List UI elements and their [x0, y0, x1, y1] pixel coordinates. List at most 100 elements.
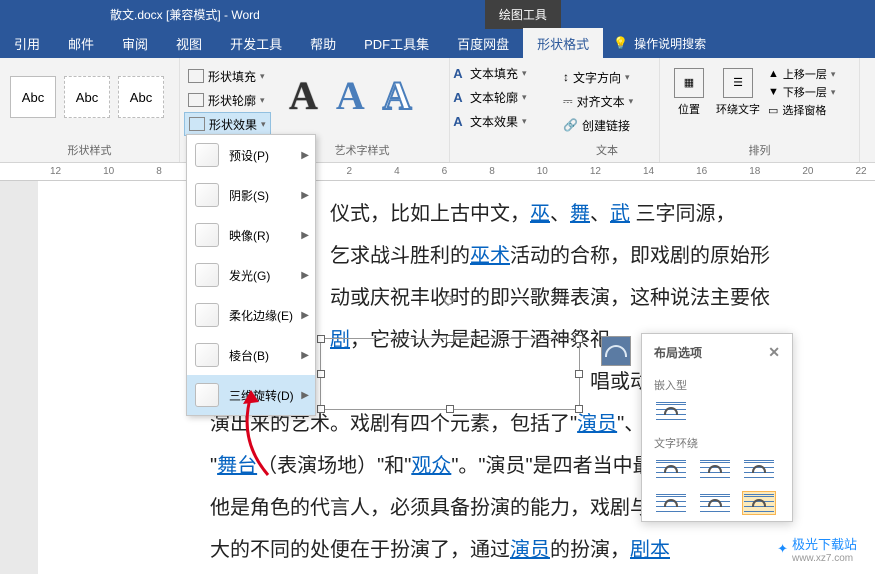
- wordart-preset-1[interactable]: A: [289, 72, 318, 119]
- horizontal-ruler[interactable]: 12 10 8 6 4 2 2 4 6 8 10 12 14 16 18 20 …: [0, 163, 875, 181]
- tab-references[interactable]: 引用: [0, 28, 54, 58]
- tab-view[interactable]: 视图: [162, 28, 216, 58]
- wordart-preset-3[interactable]: A: [383, 72, 412, 119]
- tab-pdf-tools[interactable]: PDF工具集: [350, 28, 443, 58]
- text-outline-button[interactable]: A文本轮廓▾: [450, 86, 555, 108]
- link-wu1[interactable]: 巫: [530, 203, 550, 225]
- resize-handle[interactable]: [446, 335, 454, 343]
- ruler-tick: 10: [103, 166, 114, 177]
- shape-style-preset-3[interactable]: Abc: [118, 76, 164, 118]
- wrap-inline[interactable]: [654, 399, 688, 423]
- shape-style-preset-2[interactable]: Abc: [64, 76, 110, 118]
- ruler-tick: 16: [696, 166, 707, 177]
- wrap-top-bottom[interactable]: [654, 491, 688, 515]
- wrap-front[interactable]: [742, 491, 776, 515]
- ruler-tick: 18: [749, 166, 760, 177]
- chevron-right-icon: ▶: [301, 390, 309, 401]
- resize-handle[interactable]: [575, 335, 583, 343]
- resize-handle[interactable]: [317, 370, 325, 378]
- selection-pane-button[interactable]: ▭选择窗格: [768, 102, 835, 118]
- effects-icon: [189, 117, 205, 131]
- resize-handle[interactable]: [317, 335, 325, 343]
- link-wu2[interactable]: 舞: [570, 203, 590, 225]
- ribbon: Abc Abc Abc 形状样式 形状填充▾ 形状轮廓▾ 形状效果▾ A A A…: [0, 58, 875, 163]
- wordart-preset-2[interactable]: A: [336, 72, 365, 119]
- tab-baidu[interactable]: 百度网盘: [443, 28, 523, 58]
- context-tab-drawing-tools: 绘图工具: [485, 0, 561, 29]
- document-title: 散文.docx [兼容模式] - Word: [110, 8, 260, 22]
- chevron-down-icon: ▾: [260, 71, 265, 82]
- menu-preset[interactable]: 预设(P)▶: [187, 135, 315, 175]
- menu-bevel[interactable]: 棱台(B)▶: [187, 335, 315, 375]
- wrap-square[interactable]: [654, 457, 688, 481]
- text-direction-button[interactable]: ↕文字方向▾: [563, 66, 651, 88]
- wrap-text-button[interactable]: ☰环绕文字: [710, 62, 766, 122]
- group-label-text: 文本: [563, 140, 651, 160]
- bring-forward-button[interactable]: ▲上移一层▾: [768, 66, 835, 82]
- resize-handle[interactable]: [575, 370, 583, 378]
- text-fill-button[interactable]: A文本填充▾: [450, 62, 555, 84]
- shape-effects-button[interactable]: 形状效果▾: [184, 112, 271, 136]
- wrap-through[interactable]: [742, 457, 776, 481]
- tab-help[interactable]: 帮助: [296, 28, 350, 58]
- resize-handle[interactable]: [575, 405, 583, 413]
- link-wu3[interactable]: 武: [610, 203, 630, 225]
- tab-mailings[interactable]: 邮件: [54, 28, 108, 58]
- resize-handle[interactable]: [446, 405, 454, 413]
- doc-text: "。"演员"是四者当中最重: [451, 455, 672, 477]
- text-effects-button[interactable]: A文本效果▾: [450, 110, 555, 132]
- layout-options-launcher-icon[interactable]: [601, 336, 631, 366]
- shape-fill-button[interactable]: 形状填充▾: [184, 64, 271, 88]
- position-button[interactable]: ▦位置: [668, 62, 710, 122]
- ruler-tick: 12: [590, 166, 601, 177]
- menu-reflection[interactable]: 映像(R)▶: [187, 215, 315, 255]
- wrap-behind[interactable]: [698, 491, 732, 515]
- link-actor2[interactable]: 演员: [510, 539, 550, 561]
- ruler-tick: 20: [802, 166, 813, 177]
- shape-style-preset-1[interactable]: Abc: [10, 76, 56, 118]
- group-label-shape-styles: 形状样式: [8, 140, 171, 160]
- group-shape-styles: Abc Abc Abc 形状样式: [0, 58, 180, 162]
- send-backward-button[interactable]: ▼下移一层▾: [768, 84, 835, 100]
- tab-developer[interactable]: 开发工具: [216, 28, 296, 58]
- group-text: ↕文字方向▾ ⎓对齐文本▾ 🔗创建链接 文本: [555, 58, 660, 162]
- tell-me[interactable]: 💡 操作说明搜索: [613, 35, 706, 52]
- menu-shadow[interactable]: 阴影(S)▶: [187, 175, 315, 215]
- direction-icon: ↕: [563, 70, 569, 84]
- link-wushu[interactable]: 巫术: [470, 245, 510, 267]
- ruler-tick: 14: [643, 166, 654, 177]
- tab-shape-format[interactable]: 形状格式: [523, 28, 603, 58]
- wrap-tight[interactable]: [698, 457, 732, 481]
- text-fill-icon: A: [450, 66, 466, 81]
- tab-review[interactable]: 审阅: [108, 28, 162, 58]
- shape-outline-button[interactable]: 形状轮廓▾: [184, 88, 271, 112]
- chevron-right-icon: ▶: [301, 150, 309, 161]
- menu-glow[interactable]: 发光(G)▶: [187, 255, 315, 295]
- watermark-brand: 极光下载站: [792, 537, 857, 552]
- ruler-tick: 8: [489, 166, 495, 177]
- ruler-tick: 4: [394, 166, 400, 177]
- ruler-tick: 12: [50, 166, 61, 177]
- chevron-down-icon: ▾: [260, 95, 265, 106]
- ribbon-tabs: 引用 邮件 审阅 视图 开发工具 帮助 PDF工具集 百度网盘 形状格式 💡 操…: [0, 28, 875, 58]
- ruler-tick: 6: [442, 166, 448, 177]
- glow-icon: [195, 263, 219, 287]
- close-icon[interactable]: ✕: [768, 344, 780, 361]
- doc-text: 仪式，比如上古中文，: [330, 203, 530, 225]
- menu-3d-rotation[interactable]: 三维旋转(D)▶: [187, 375, 315, 415]
- align-text-button[interactable]: ⎓对齐文本▾: [563, 90, 651, 112]
- link-actor1[interactable]: 演员: [577, 413, 617, 435]
- link-audience[interactable]: 观众: [411, 455, 451, 477]
- ruler-tick: 22: [856, 166, 867, 177]
- pen-outline-icon: [188, 93, 204, 107]
- resize-handle[interactable]: [317, 405, 325, 413]
- link-stage[interactable]: 舞台: [217, 455, 257, 477]
- selected-shape[interactable]: ⟳: [320, 338, 580, 410]
- position-icon: ▦: [674, 68, 704, 98]
- rotate-handle-icon[interactable]: ⟳: [443, 291, 456, 311]
- selection-pane-icon: ▭: [768, 104, 778, 117]
- menu-soft-edges[interactable]: 柔化边缘(E)▶: [187, 295, 315, 335]
- create-link-button[interactable]: 🔗创建链接: [563, 114, 651, 136]
- link-script[interactable]: 剧本: [630, 539, 670, 561]
- chevron-right-icon: ▶: [301, 350, 309, 361]
